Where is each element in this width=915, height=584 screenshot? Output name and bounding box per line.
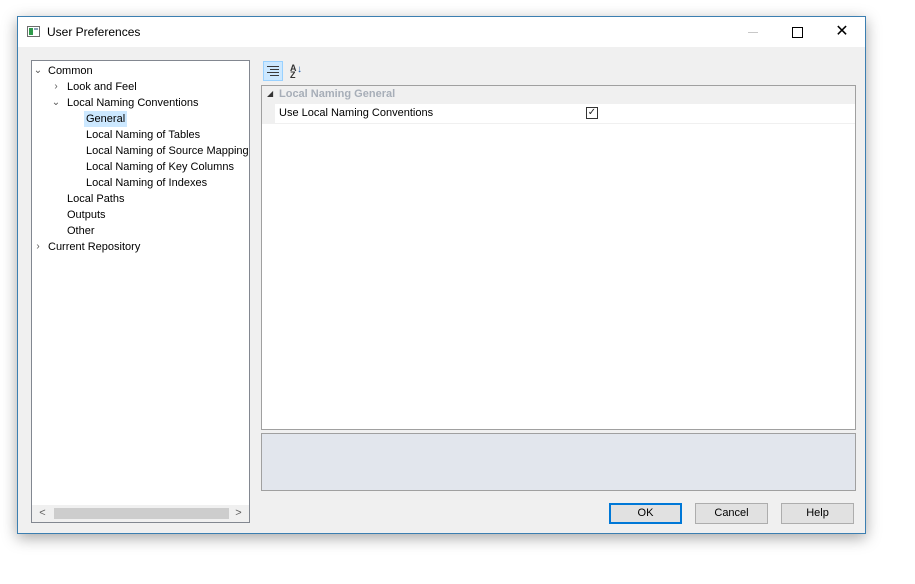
collapse-triangle-icon[interactable]: ◢: [267, 89, 273, 98]
scroll-left-icon[interactable]: <: [34, 505, 51, 522]
tree-item-label: General: [84, 111, 128, 127]
horizontal-scrollbar[interactable]: < >: [32, 505, 249, 522]
chevron-right-icon[interactable]: ›: [51, 79, 61, 95]
use-local-naming-checkbox[interactable]: ✓: [586, 107, 598, 119]
help-button[interactable]: Help: [781, 503, 854, 524]
tree-item-label: Local Naming of Source Mappings: [86, 145, 250, 157]
tree-item-label: Common: [48, 65, 93, 77]
tree-item-label: Look and Feel: [67, 81, 137, 93]
preferences-tree[interactable]: ⌄ Common › Look and Feel ⌄ Local Naming …: [31, 60, 250, 523]
title-bar[interactable]: User Preferences ✕: [18, 17, 865, 47]
tree-item-label: Local Naming of Key Columns: [86, 161, 234, 173]
property-row[interactable]: Use Local Naming Conventions ✓: [262, 104, 855, 124]
cancel-button[interactable]: Cancel: [695, 503, 768, 524]
categorized-view-button[interactable]: [263, 61, 283, 81]
tree-item-label: Local Naming of Tables: [86, 129, 201, 141]
categorized-view-icon: [267, 65, 279, 77]
property-name: Use Local Naming Conventions: [279, 107, 434, 119]
minimize-button[interactable]: [730, 17, 776, 47]
tree-item-label: Other: [67, 225, 95, 237]
chevron-right-icon[interactable]: ›: [33, 239, 43, 255]
tree-item-label: Outputs: [67, 209, 106, 221]
minimize-icon: [748, 31, 758, 33]
tree-item-label: Local Paths: [67, 193, 125, 205]
chevron-down-icon[interactable]: ⌄: [51, 95, 61, 111]
ok-button[interactable]: OK: [609, 503, 682, 524]
tree-item-label: Current Repository: [48, 241, 141, 253]
chevron-down-icon[interactable]: ⌄: [33, 63, 43, 79]
maximize-icon: [791, 26, 803, 38]
property-grid[interactable]: ◢ Local Naming General Use Local Naming …: [261, 85, 856, 430]
property-category-title: Local Naming General: [279, 88, 396, 100]
tree-item-label: Local Naming Conventions: [67, 97, 199, 109]
scroll-right-icon[interactable]: >: [230, 505, 247, 522]
property-category-row[interactable]: ◢ Local Naming General: [262, 86, 855, 104]
alphabetical-sort-button[interactable]: A Z ↓: [286, 61, 306, 81]
scrollbar-thumb[interactable]: [54, 508, 229, 519]
tree-item-label: Local Naming of Indexes: [86, 177, 208, 189]
property-gutter: [262, 104, 275, 123]
sort-alphabetical-icon: A Z ↓: [290, 63, 302, 80]
app-icon: [27, 26, 40, 37]
description-panel: [261, 433, 856, 491]
maximize-button[interactable]: [774, 17, 820, 47]
close-button[interactable]: ✕: [819, 17, 865, 47]
user-preferences-dialog: User Preferences ✕ ⌄ Common › Look and F…: [17, 16, 866, 534]
close-icon: ✕: [835, 23, 849, 40]
window-title: User Preferences: [47, 25, 141, 39]
